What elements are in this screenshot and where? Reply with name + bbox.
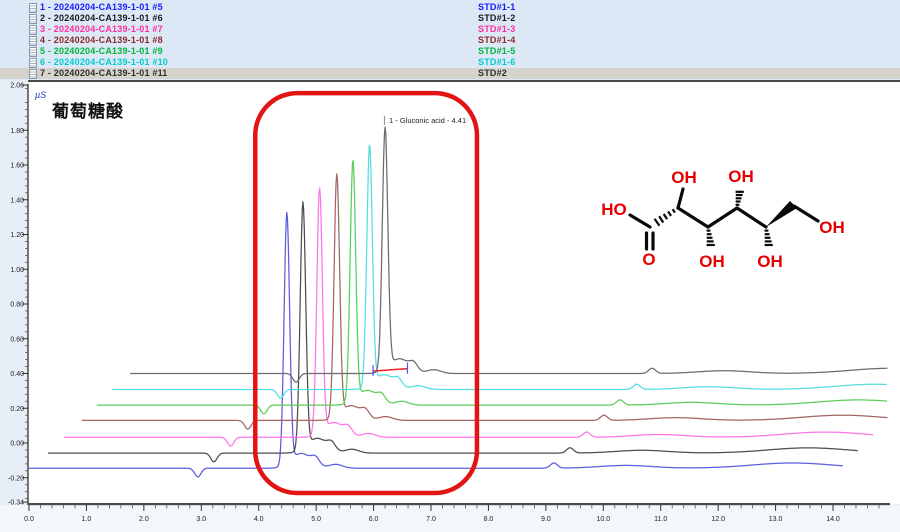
chromatogram-file-icon <box>29 47 37 57</box>
peak-label: 1 - Gluconic acid - 4.41 <box>389 116 466 125</box>
atom-label-oh-c3: OH <box>699 252 725 271</box>
legend-row[interactable]: 5 - 20240204-CA139-1-01 #9 STD#1-5 <box>0 46 900 57</box>
atom-label-oh-c4: OH <box>728 167 754 186</box>
chromatogram-file-icon <box>29 69 37 79</box>
x-tick-label: 9.0 <box>541 516 551 523</box>
legend-standard-name: STD#1-5 <box>478 46 515 57</box>
y-tick-label: 0.00 <box>10 441 24 448</box>
legend-injection-name: 7 - 20240204-CA139-1-01 #11 <box>40 68 168 79</box>
legend-row[interactable]: 2 - 20240204-CA139-1-01 #6 STD#1-2 <box>0 13 900 24</box>
y-tick-label: 1.00 <box>10 267 24 274</box>
chromatogram-file-icon <box>29 3 37 13</box>
x-tick-label: 14.0 <box>826 516 840 523</box>
x-tick-label: 10.0 <box>596 516 610 523</box>
legend-standard-name: STD#1-4 <box>478 35 515 46</box>
bond-c4-c5 <box>737 208 766 227</box>
legend-injection-name: 4 - 20240204-CA139-1-01 #8 <box>40 35 163 46</box>
legend-standard-name: STD#2 <box>478 68 507 79</box>
legend-injection-name: 1 - 20240204-CA139-1-01 #5 <box>40 2 163 13</box>
legend-row[interactable]: 1 - 20240204-CA139-1-01 #5 STD#1-1 <box>0 2 900 13</box>
legend-injection-name: 5 - 20240204-CA139-1-01 #9 <box>40 46 163 57</box>
legend-row[interactable]: 6 - 20240204-CA139-1-01 #10 STD#1-6 <box>0 57 900 68</box>
hash-bond-c4-oh <box>736 192 744 205</box>
legend-standard-name: STD#1-1 <box>478 2 515 13</box>
atom-label-oh-c2: OH <box>671 168 697 187</box>
bond-c6-oh <box>794 206 818 221</box>
y-tick-label: 1.20 <box>10 232 24 239</box>
atom-label-oh-c5: OH <box>757 252 783 271</box>
legend-standard-name: STD#1-3 <box>478 24 515 35</box>
atom-label-oh-end: OH <box>819 218 845 237</box>
x-axis-line <box>28 503 890 505</box>
legend-standard-name: STD#1-2 <box>478 13 515 24</box>
bond-ho-c1 <box>630 215 650 227</box>
x-tick-label: 7.0 <box>426 516 436 523</box>
hash-bond-c3-oh <box>707 231 715 245</box>
atom-label-ho: HO <box>601 200 627 219</box>
legend-standard-name: STD#1-6 <box>478 57 515 68</box>
x-tick-label: 2.0 <box>139 516 149 523</box>
chromatogram-file-icon <box>29 58 37 68</box>
wedge-bond-c5-c6 <box>766 201 797 227</box>
atom-label-o: O <box>642 250 655 269</box>
x-tick-label: 11.0 <box>654 516 667 523</box>
hash-bond-c1-c2 <box>655 209 675 226</box>
chinese-annotation-title: 葡萄糖酸 <box>52 97 124 122</box>
gluconic-acid-structure: HO O OH OH OH OH OH <box>585 148 875 298</box>
bond-c2-c3 <box>678 208 708 227</box>
y-tick-label: 0.40 <box>10 371 24 378</box>
bond-c2-oh <box>678 189 683 208</box>
y-tick-label: 1.60 <box>10 163 24 170</box>
y-axis-unit-label: µS <box>35 90 46 100</box>
x-tick-label: 4.0 <box>254 516 264 523</box>
legend-row[interactable]: 3 - 20240204-CA139-1-01 #7 STD#1-3 <box>0 24 900 35</box>
y-tick-label: 0.20 <box>10 406 24 413</box>
y-tick-label: -0.34 <box>8 500 24 507</box>
chromatogram-file-icon <box>29 25 37 35</box>
y-tick-label: 1.80 <box>10 128 24 135</box>
y-tick-label: 2.06 <box>10 83 24 90</box>
chromatography-app-window: { "legend": { "rows": [ {"label":"1 - 20… <box>0 0 900 532</box>
y-tick-label: 0.60 <box>10 336 24 343</box>
hash-bond-c5-oh <box>765 231 773 245</box>
injection-legend-panel: 1 - 20240204-CA139-1-01 #5STD#1-12 - 202… <box>0 0 900 80</box>
legend-row[interactable]: 4 - 20240204-CA139-1-01 #8 STD#1-4 <box>0 35 900 46</box>
x-tick-label: 5.0 <box>311 516 321 523</box>
y-tick-label: 1.40 <box>10 197 24 204</box>
legend-injection-name: 2 - 20240204-CA139-1-01 #6 <box>40 13 163 24</box>
chromatogram-file-icon <box>29 36 37 46</box>
legend-row[interactable]: 7 - 20240204-CA139-1-01 #11 STD#2 <box>0 68 900 79</box>
x-tick-label: 3.0 <box>196 516 206 523</box>
x-tick-label: 13.0 <box>769 516 783 523</box>
y-tick-label: 0.80 <box>10 302 24 309</box>
integration-baseline <box>373 369 407 371</box>
x-tick-label: 8.0 <box>484 516 494 523</box>
y-tick-label: -0.20 <box>8 475 24 482</box>
bond-c3-c4 <box>708 208 737 227</box>
x-tick-label: 12.0 <box>711 516 725 523</box>
x-tick-label: 0.0 <box>24 516 34 523</box>
x-tick-label: 1.0 <box>82 516 92 523</box>
legend-injection-name: 3 - 20240204-CA139-1-01 #7 <box>40 24 163 35</box>
chromatogram-file-icon <box>29 14 37 24</box>
legend-injection-name: 6 - 20240204-CA139-1-01 #10 <box>40 57 168 68</box>
legend-separator-line <box>28 80 900 82</box>
x-tick-label: 6.0 <box>369 516 379 523</box>
